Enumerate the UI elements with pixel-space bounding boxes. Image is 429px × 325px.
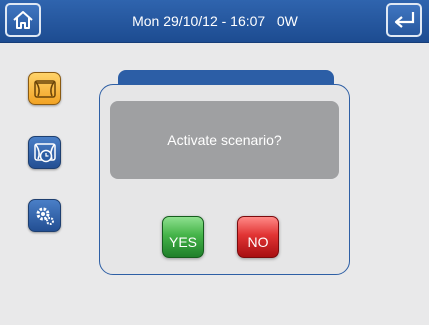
return-arrow-icon [394, 12, 415, 28]
gear-icon [36, 207, 54, 225]
back-button[interactable] [386, 3, 422, 37]
scenario-icon [33, 79, 56, 98]
home-button[interactable] [5, 3, 41, 37]
scenario-button[interactable] [28, 72, 61, 105]
yes-button[interactable]: YES [162, 216, 204, 258]
confirmation-dialog: Activate scenario? YES NO [99, 84, 350, 275]
settings-button[interactable] [28, 199, 61, 232]
status-text: Mon 29/10/12 - 16:07 0W [132, 13, 298, 29]
top-bar: Mon 29/10/12 - 16:07 0W [0, 0, 429, 43]
timed-scenario-icon [33, 142, 56, 162]
dialog-message: Activate scenario? [110, 101, 339, 179]
home-icon [13, 11, 33, 29]
no-button[interactable]: NO [237, 216, 279, 258]
timed-scenario-button[interactable] [28, 136, 61, 169]
